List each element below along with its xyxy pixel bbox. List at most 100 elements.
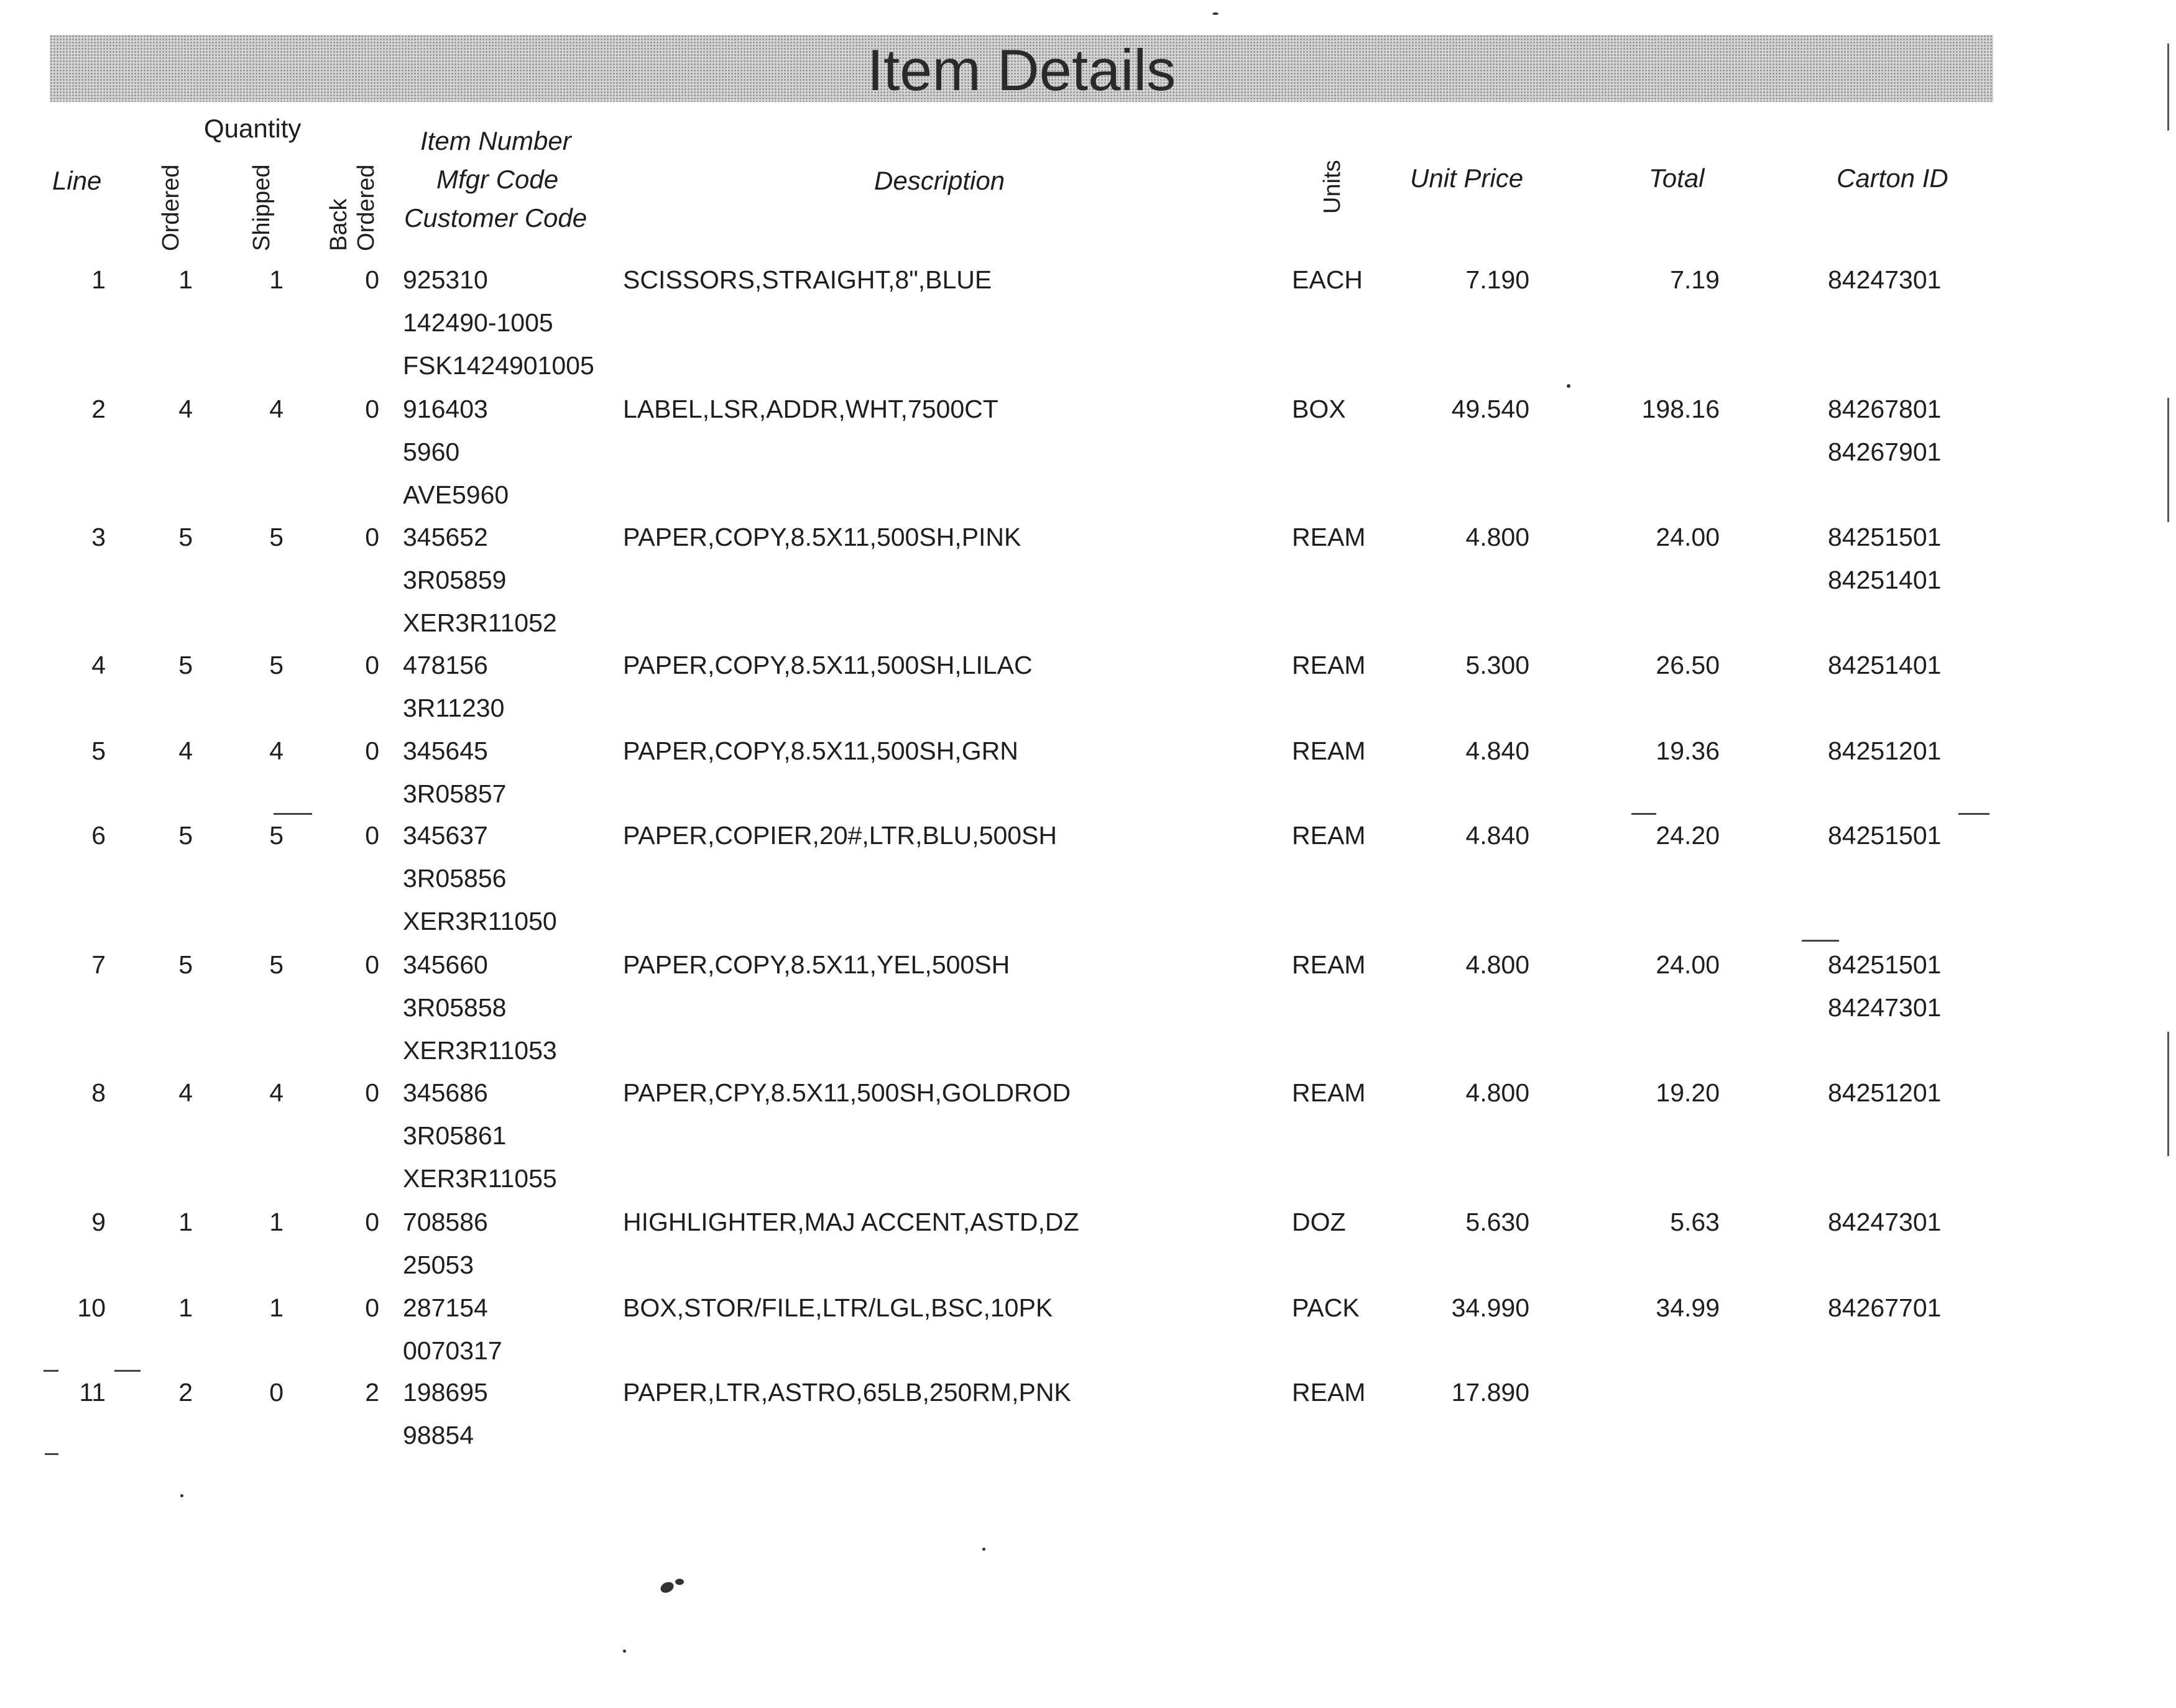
item-units: REAM bbox=[1292, 737, 1366, 765]
carton-id: 84251201 bbox=[1828, 737, 1942, 765]
qty-ordered: 1 bbox=[178, 265, 193, 294]
scan-speck bbox=[623, 1650, 626, 1653]
line-total: 7.19 bbox=[1670, 265, 1720, 294]
unit-price: 4.800 bbox=[1465, 1078, 1529, 1107]
item-description: PAPER,CPY,8.5X11,500SH,GOLDROD bbox=[623, 1078, 1071, 1107]
qty-ordered: 5 bbox=[178, 523, 193, 551]
scan-speck bbox=[1567, 384, 1570, 388]
item-number: 345652 bbox=[403, 523, 488, 551]
qty-back-ordered: 0 bbox=[365, 395, 379, 423]
title-banner: Item Details bbox=[50, 35, 1993, 102]
qty-ordered: 4 bbox=[178, 737, 193, 765]
unit-price: 49.540 bbox=[1451, 395, 1529, 423]
scan-edge-mark bbox=[2167, 44, 2169, 131]
qty-shipped: 1 bbox=[269, 265, 284, 294]
line-total: 19.36 bbox=[1656, 737, 1720, 765]
item-units: EACH bbox=[1292, 265, 1363, 294]
carton-id: 84251401 bbox=[1828, 566, 1942, 594]
customer-code: AVE5960 bbox=[403, 480, 509, 509]
mfgr-code: 3R11230 bbox=[403, 694, 505, 722]
carton-id: 84267901 bbox=[1828, 438, 1942, 466]
quantity-header: Quantity bbox=[204, 114, 302, 143]
scan-dash bbox=[1631, 813, 1656, 815]
total-header: Total bbox=[1649, 163, 1705, 193]
scan-dash bbox=[274, 813, 312, 815]
line-total: 34.99 bbox=[1656, 1293, 1720, 1322]
item-number-header: Item Number bbox=[420, 126, 571, 155]
item-description: PAPER,COPY,8.5X11,500SH,PINK bbox=[623, 523, 1021, 551]
customer-code: XER3R11052 bbox=[403, 608, 557, 637]
carton-id: 84251201 bbox=[1828, 1078, 1942, 1107]
line-number: 3 bbox=[91, 523, 106, 551]
qty-shipped: 0 bbox=[269, 1378, 284, 1407]
scan-speck bbox=[1212, 12, 1219, 15]
item-units: DOZ bbox=[1292, 1208, 1346, 1236]
item-number: 478156 bbox=[403, 651, 488, 679]
qty-ordered: 1 bbox=[178, 1208, 193, 1236]
mfgr-code: 142490-1005 bbox=[403, 308, 553, 337]
item-units: REAM bbox=[1292, 950, 1366, 979]
item-units: REAM bbox=[1292, 821, 1366, 850]
qty-ordered: 5 bbox=[178, 950, 193, 979]
item-description: PAPER,COPY,8.5X11,500SH,LILAC bbox=[623, 651, 1033, 679]
mfgr-code: 0070317 bbox=[403, 1336, 502, 1365]
unit-price: 5.300 bbox=[1465, 651, 1529, 679]
qty-shipped: 1 bbox=[269, 1293, 284, 1322]
item-number: 925310 bbox=[403, 265, 488, 294]
item-description: HIGHLIGHTER,MAJ ACCENT,ASTD,DZ bbox=[623, 1208, 1079, 1236]
item-number: 345645 bbox=[403, 737, 488, 765]
unit-price: 4.840 bbox=[1465, 821, 1529, 850]
carton-id: 84251401 bbox=[1828, 651, 1942, 679]
mfgr-code: 3R05857 bbox=[403, 779, 507, 808]
line-total: 24.20 bbox=[1656, 821, 1720, 850]
line-number: 6 bbox=[91, 821, 106, 850]
carton-id-header: Carton ID bbox=[1837, 163, 1948, 193]
customer-code: XER3R11053 bbox=[403, 1036, 557, 1065]
qty-back-ordered: 0 bbox=[365, 1293, 379, 1322]
item-units: REAM bbox=[1292, 1378, 1366, 1407]
qty-back-ordered: 0 bbox=[365, 737, 379, 765]
qty-ordered: 4 bbox=[178, 1078, 193, 1107]
qty-shipped: 4 bbox=[269, 737, 284, 765]
unit-price: 7.190 bbox=[1465, 265, 1529, 294]
qty-shipped: 1 bbox=[269, 1208, 284, 1236]
scan-dash bbox=[45, 1453, 58, 1455]
line-number: 7 bbox=[91, 950, 106, 979]
customer-code-header: Customer Code bbox=[404, 203, 588, 232]
shipped-header: Shipped bbox=[249, 164, 275, 251]
qty-shipped: 4 bbox=[269, 1078, 284, 1107]
qty-back-ordered: 0 bbox=[365, 1208, 379, 1236]
qty-shipped: 5 bbox=[269, 950, 284, 979]
item-description: PAPER,COPY,8.5X11,500SH,GRN bbox=[623, 737, 1018, 765]
item-number: 345660 bbox=[403, 950, 488, 979]
scan-edge-mark bbox=[2167, 1032, 2169, 1156]
item-number: 287154 bbox=[403, 1293, 488, 1322]
qty-ordered: 1 bbox=[178, 1293, 193, 1322]
item-number: 708586 bbox=[403, 1208, 488, 1236]
item-description: PAPER,LTR,ASTRO,65LB,250RM,PNK bbox=[623, 1378, 1071, 1407]
mfgr-code: 3R05859 bbox=[403, 566, 507, 594]
qty-back-ordered: 2 bbox=[365, 1378, 379, 1407]
qty-back-ordered: 0 bbox=[365, 523, 379, 551]
qty-ordered: 2 bbox=[178, 1378, 193, 1407]
units-header: Units bbox=[1319, 160, 1345, 214]
mfgr-code: 3R05861 bbox=[403, 1121, 507, 1150]
qty-shipped: 4 bbox=[269, 395, 284, 423]
scan-dash bbox=[114, 1370, 141, 1372]
qty-back-ordered: 0 bbox=[365, 1078, 379, 1107]
line-number: 1 bbox=[91, 265, 106, 294]
item-description: SCISSORS,STRAIGHT,8",BLUE bbox=[623, 265, 992, 294]
carton-id: 84247301 bbox=[1828, 993, 1942, 1022]
item-description: BOX,STOR/FILE,LTR/LGL,BSC,10PK bbox=[623, 1293, 1053, 1322]
description-header: Description bbox=[874, 166, 1005, 195]
carton-id: 84251501 bbox=[1828, 821, 1942, 850]
line-number: 4 bbox=[91, 651, 106, 679]
unit-price: 4.800 bbox=[1465, 950, 1529, 979]
mfgr-code: 3R05858 bbox=[403, 993, 507, 1022]
mfgr-code-header: Mfgr Code bbox=[436, 165, 559, 194]
back-header: Back bbox=[326, 198, 352, 251]
line-total: 24.00 bbox=[1656, 523, 1720, 551]
qty-back-ordered: 0 bbox=[365, 651, 379, 679]
line-total: 5.63 bbox=[1670, 1208, 1720, 1236]
scan-dash bbox=[44, 1370, 58, 1372]
